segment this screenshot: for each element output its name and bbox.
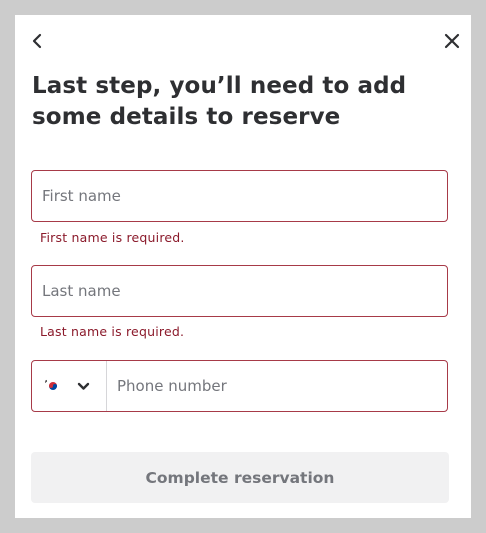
last-name-error: Last name is required. — [40, 324, 185, 339]
chevron-left-icon — [32, 33, 42, 49]
close-button[interactable] — [443, 32, 461, 50]
phone-field — [31, 360, 448, 412]
complete-reservation-button[interactable]: Complete reservation — [31, 452, 449, 503]
phone-number-input[interactable] — [107, 361, 447, 411]
first-name-field[interactable] — [31, 170, 448, 222]
chevron-down-icon — [77, 382, 90, 390]
modal-title: Last step, you’ll need to add some detai… — [32, 73, 407, 130]
country-code-select[interactable] — [32, 361, 107, 411]
first-name-input[interactable] — [32, 171, 447, 221]
last-name-field[interactable] — [31, 265, 448, 317]
reservation-modal: Last step, you’ll need to add some detai… — [15, 15, 471, 518]
close-icon — [444, 33, 460, 49]
south-korea-flag-icon — [44, 379, 62, 393]
last-name-input[interactable] — [32, 266, 447, 316]
first-name-error: First name is required. — [40, 230, 185, 245]
back-button[interactable] — [29, 31, 47, 51]
